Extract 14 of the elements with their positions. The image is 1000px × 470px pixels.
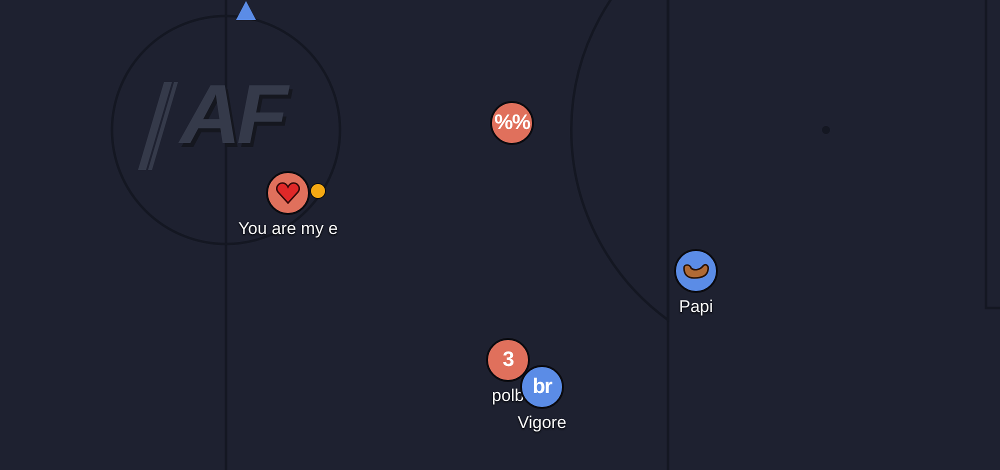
player-name: You are my e (238, 219, 338, 239)
player-avatar[interactable]: 3 (486, 338, 530, 382)
player-avatar[interactable] (674, 249, 718, 293)
slashes-icon (138, 82, 178, 172)
player-avatar[interactable] (266, 171, 310, 215)
heart-icon (276, 182, 300, 204)
avatar-text: 3 (502, 348, 514, 372)
triangle-marker-icon (235, 0, 257, 20)
player-name: Papi (678, 297, 714, 317)
bread-icon (682, 262, 710, 280)
avatar-text: %% (494, 111, 530, 135)
avatar-text: br (532, 375, 552, 399)
player-avatar[interactable]: %% (490, 101, 534, 145)
player-name: Vigore (518, 413, 566, 433)
